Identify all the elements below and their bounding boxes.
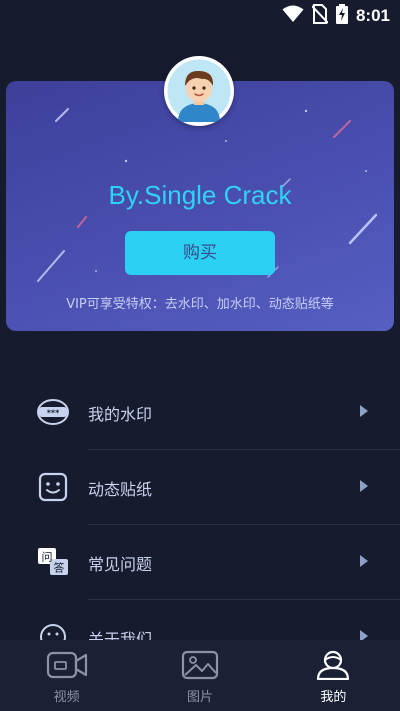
status-bar: 8:01 (0, 0, 400, 32)
user-profile-icon (317, 650, 350, 680)
menu-item-my-watermark[interactable]: *** 我的水印 (0, 375, 400, 450)
menu-item-dynamic-stickers[interactable]: 动态贴纸 (0, 450, 400, 525)
tab-label: 图片 (186, 690, 213, 705)
menu-item-faq[interactable]: 问 答 常见问题 (0, 525, 400, 600)
wifi-icon (282, 5, 304, 27)
boy-avatar-icon (164, 56, 234, 126)
menu-item-label: 常见问题 (88, 555, 153, 574)
tab-mine[interactable]: 我的 (267, 640, 400, 711)
buy-button[interactable]: 购买 (125, 231, 275, 275)
svg-text:答: 答 (54, 561, 65, 575)
vip-description: VIP可享受特权：去水印、加水印、动态贴纸等 (66, 297, 334, 312)
menu-item-label: 动态贴纸 (88, 480, 153, 499)
menu-item-label: 我的水印 (88, 405, 153, 424)
video-camera-icon (46, 651, 87, 679)
tab-video[interactable]: 视频 (0, 640, 133, 711)
avatar[interactable] (164, 56, 234, 126)
tab-label: 我的 (320, 690, 347, 705)
svg-text:问: 问 (42, 551, 53, 564)
tab-label: 视频 (53, 690, 80, 705)
watermark-icon: *** (37, 399, 69, 425)
faq-icon: 问 答 (38, 548, 68, 575)
chevron-right-icon (360, 555, 368, 567)
vip-title: By.Single Crack (108, 180, 292, 210)
image-icon (181, 650, 219, 680)
battery-charging-icon (335, 4, 348, 28)
chevron-right-icon (360, 480, 368, 492)
profile-page: 8:01 By.Single Crack 购买 VIP可享受特权：去水印、加水印… (0, 0, 400, 711)
bottom-nav: 视频 图片 我的 (0, 640, 400, 711)
sticker-face-icon (38, 472, 68, 502)
tab-image[interactable]: 图片 (133, 640, 266, 711)
svg-text:***: *** (47, 409, 60, 418)
chevron-right-icon (360, 405, 368, 417)
menu-list: *** 我的水印 动态贴纸 问 答 常见问题 (0, 375, 400, 675)
no-sim-icon (311, 4, 329, 28)
status-time: 8:01 (355, 6, 390, 25)
